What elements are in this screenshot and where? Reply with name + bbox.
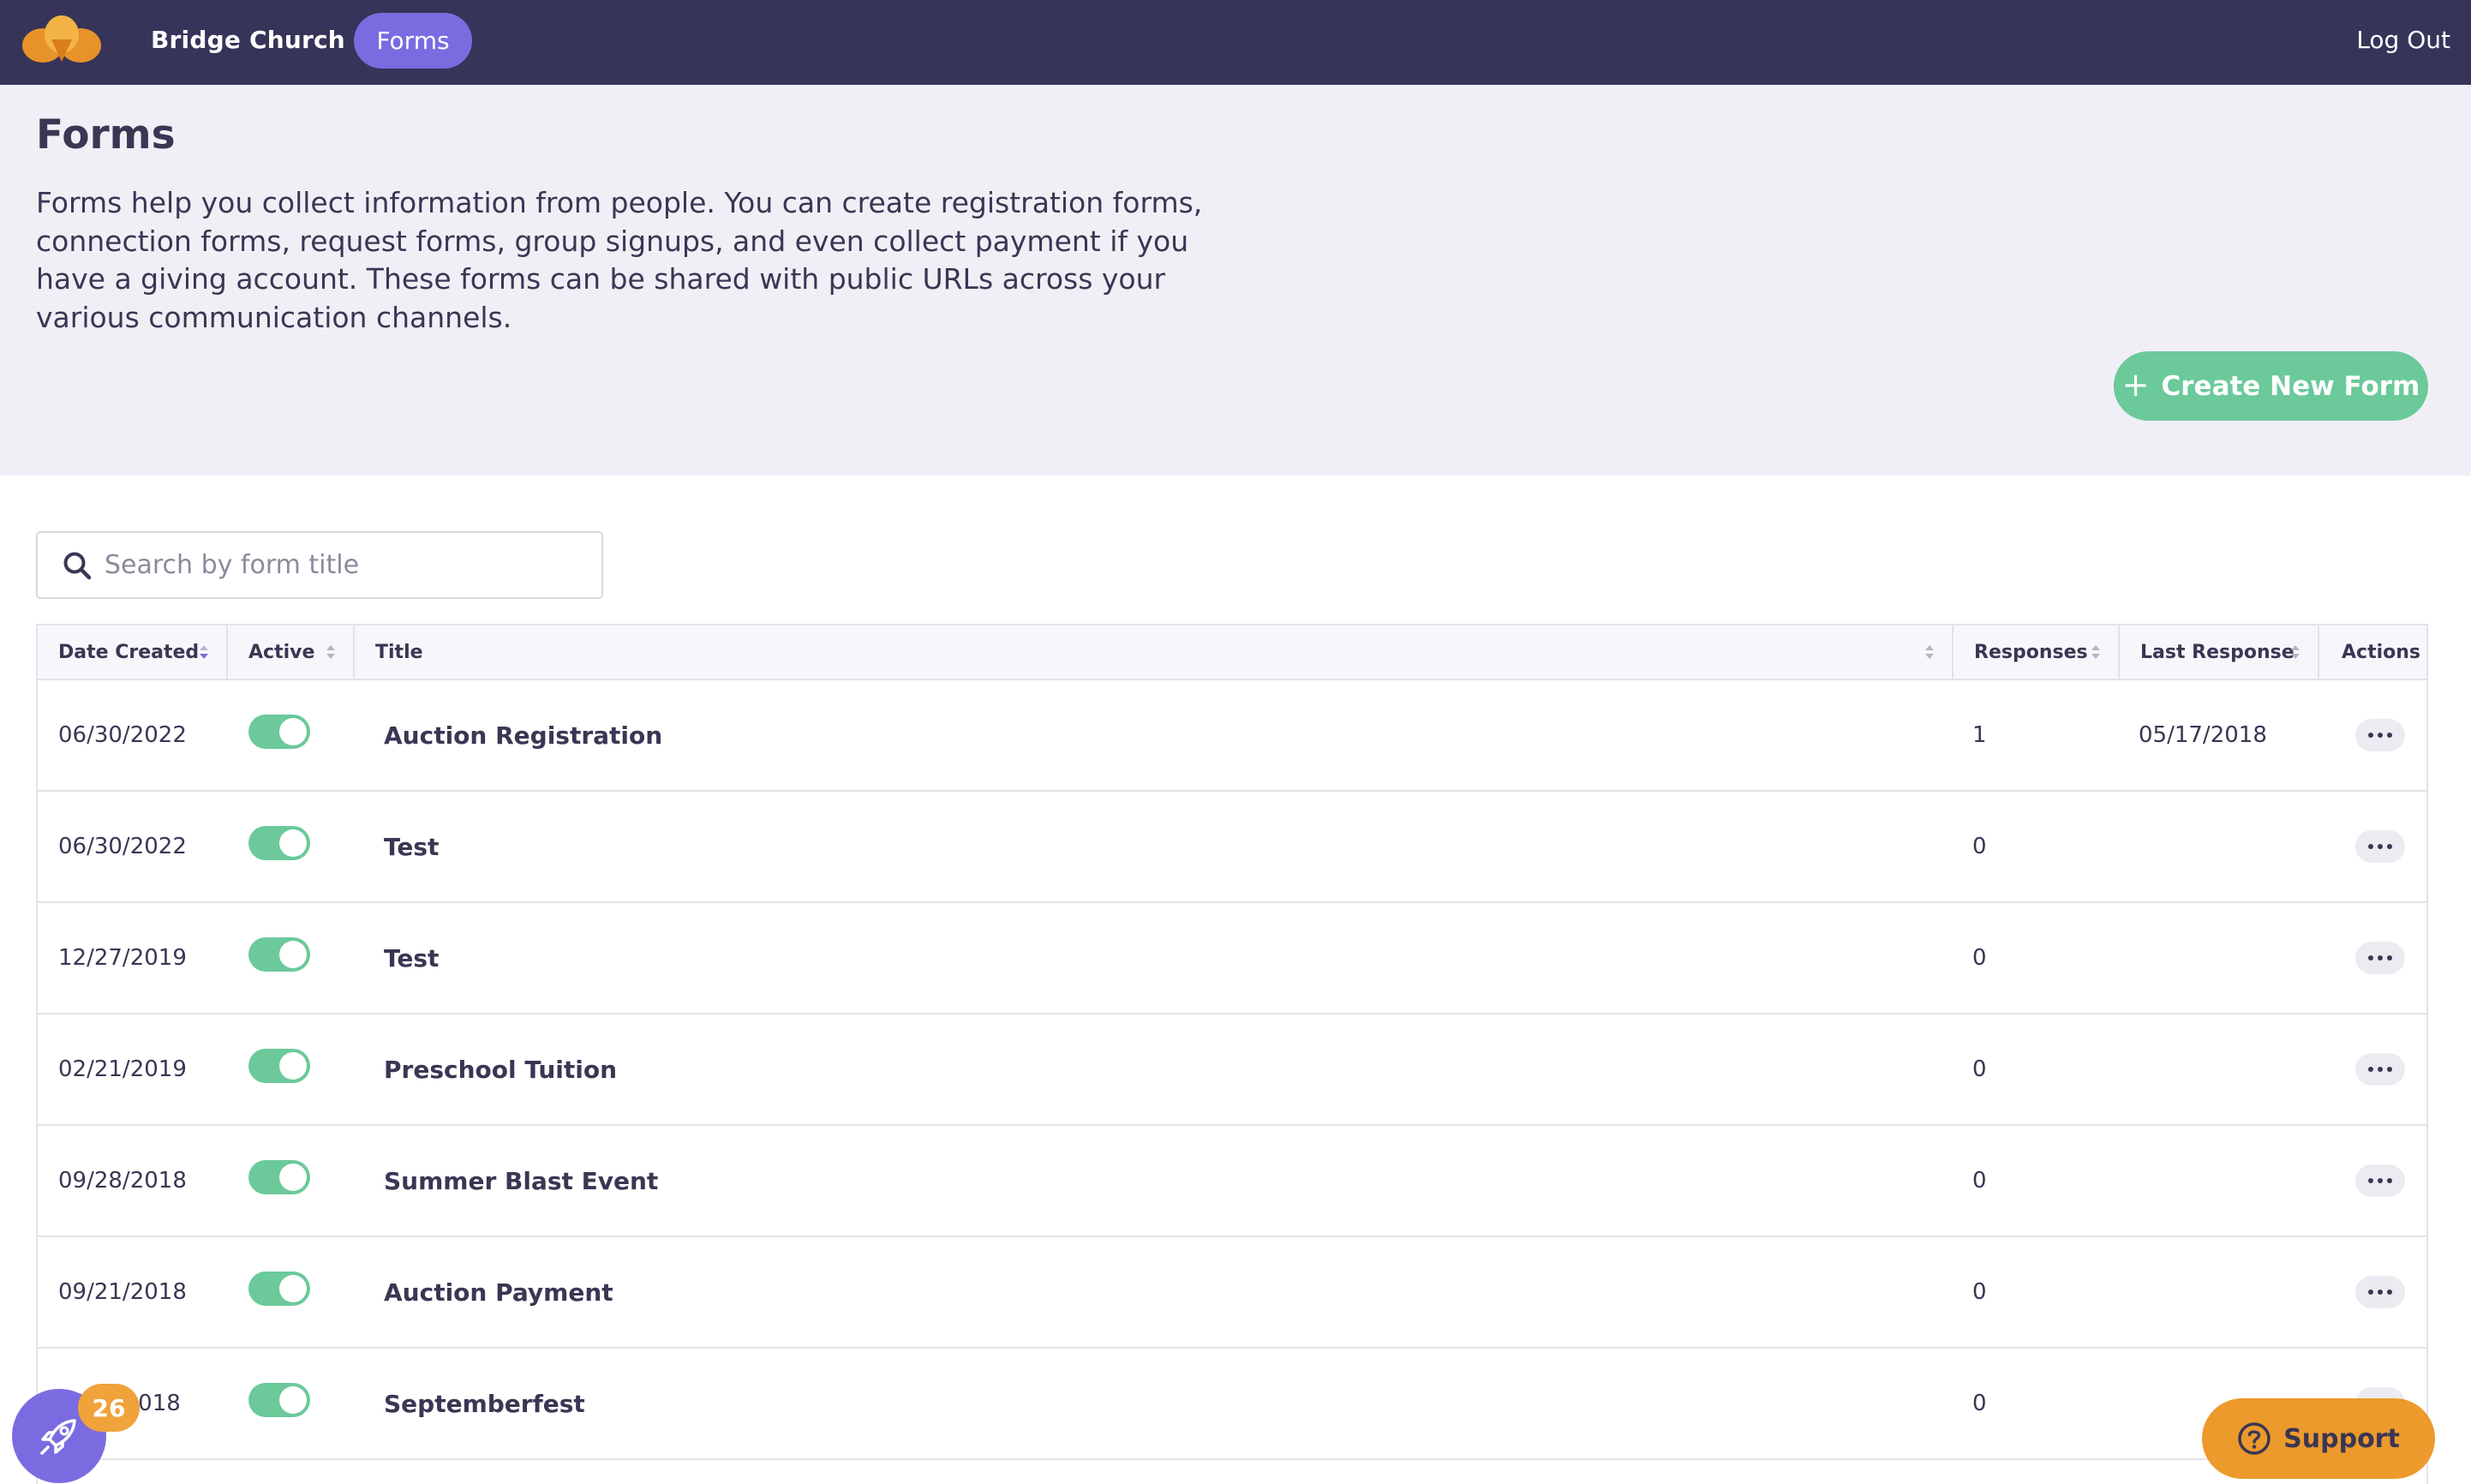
column-header-responses[interactable]: Responses: [1953, 625, 2120, 679]
more-actions-button[interactable]: [2355, 1164, 2405, 1197]
toggle-knob: [279, 1275, 307, 1302]
more-actions-button[interactable]: [2355, 1276, 2405, 1308]
responses-cell: 0: [1972, 1168, 1987, 1194]
sort-icon: [1925, 645, 1934, 659]
table-row[interactable]: 09/…/2018 Septemberfest 0: [38, 1349, 2426, 1460]
date-created-cell: 12/27/2019: [58, 945, 187, 971]
sort-icon: [2091, 645, 2100, 659]
last-response-cell: 05/17/2018: [2139, 722, 2267, 748]
church-logo-icon[interactable]: [22, 14, 101, 63]
column-label: Actions: [2342, 641, 2420, 663]
responses-cell: 0: [1972, 1056, 1987, 1082]
page-title: Forms: [36, 111, 176, 159]
table-row[interactable]: 06/30/2022 Auction Registration 1 05/17/…: [38, 680, 2426, 792]
active-toggle[interactable]: [248, 826, 310, 860]
form-title-link[interactable]: Auction Registration: [384, 680, 662, 790]
date-created-cell: 06/30/2022: [58, 722, 187, 748]
date-created-cell: 09/21/2018: [58, 1279, 187, 1305]
rocket-icon: [40, 1419, 76, 1455]
top-nav: Bridge Church Forms Log Out: [0, 0, 2471, 85]
active-toggle[interactable]: [248, 1272, 310, 1306]
responses-cell: 0: [1972, 1391, 1987, 1416]
help-icon: [2238, 1422, 2271, 1455]
form-title-link[interactable]: Test: [384, 792, 439, 901]
column-header-last-response[interactable]: Last Response: [2120, 625, 2319, 679]
more-actions-button[interactable]: [2355, 1053, 2405, 1086]
search-input[interactable]: [105, 550, 584, 580]
toggle-knob: [279, 1386, 307, 1414]
form-title-link[interactable]: Preschool Tuition: [384, 1014, 617, 1124]
sort-icon: [326, 645, 335, 659]
date-created-cell: 06/30/2022: [58, 834, 187, 859]
toggle-knob: [279, 1052, 307, 1080]
sort-active-icon: [200, 645, 208, 659]
forms-table: Date Created Active Title Responses Last…: [36, 624, 2428, 1484]
responses-cell: 0: [1972, 834, 1987, 859]
toggle-knob: [279, 829, 307, 857]
column-label: Date Created: [58, 641, 200, 663]
table-row[interactable]: 09/28/2018 Summer Blast Event 0: [38, 1126, 2426, 1237]
column-label: Title: [375, 641, 423, 663]
sort-icon: [2291, 645, 2300, 659]
toggle-knob: [279, 718, 307, 745]
plus-icon: +: [2121, 365, 2150, 404]
responses-cell: 0: [1972, 945, 1987, 971]
form-title-link[interactable]: Summer Blast Event: [384, 1126, 658, 1236]
active-toggle[interactable]: [248, 937, 310, 972]
form-title-link[interactable]: Test: [384, 903, 439, 1013]
date-created-cell: 09/28/2018: [58, 1168, 187, 1194]
support-button[interactable]: Support: [2202, 1398, 2435, 1479]
form-title-link[interactable]: Auction Payment: [384, 1237, 613, 1347]
page-description: Forms help you collect information from …: [36, 186, 1203, 334]
active-toggle[interactable]: [248, 1049, 310, 1083]
column-label: Active: [248, 641, 315, 663]
support-label: Support: [2283, 1423, 2400, 1454]
column-header-title[interactable]: Title: [355, 625, 1953, 679]
toggle-knob: [279, 941, 307, 968]
logout-link[interactable]: Log Out: [2356, 26, 2450, 54]
toggle-knob: [279, 1164, 307, 1191]
more-actions-button[interactable]: [2355, 719, 2405, 751]
active-toggle[interactable]: [248, 1160, 310, 1194]
search-box[interactable]: [36, 531, 603, 599]
search-icon: [63, 552, 92, 579]
table-row[interactable]: 09/21/2018 Auction Payment 0: [38, 1237, 2426, 1349]
table-row[interactable]: 12/27/2019 Test 0: [38, 903, 2426, 1014]
table-row[interactable]: 06/30/2022 Test 0: [38, 792, 2426, 903]
column-header-date-created[interactable]: Date Created: [38, 625, 228, 679]
table-header: Date Created Active Title Responses Last…: [38, 625, 2426, 680]
org-name[interactable]: Bridge Church: [151, 26, 345, 54]
column-label: Responses: [1974, 641, 2088, 663]
responses-cell: 0: [1972, 1279, 1987, 1305]
date-created-cell: 02/21/2019: [58, 1056, 187, 1082]
column-label: Last Response: [2140, 641, 2294, 663]
active-toggle[interactable]: [248, 715, 310, 749]
active-toggle[interactable]: [248, 1383, 310, 1417]
column-header-active[interactable]: Active: [228, 625, 355, 679]
more-actions-button[interactable]: [2355, 830, 2405, 863]
table-row[interactable]: 02/21/2019 Preschool Tuition 0: [38, 1014, 2426, 1126]
more-actions-button[interactable]: [2355, 942, 2405, 974]
notification-badge: 26: [78, 1384, 140, 1432]
create-new-form-button[interactable]: + Create New Form: [2114, 351, 2428, 421]
nav-tab-forms[interactable]: Forms: [354, 13, 472, 69]
form-title-link[interactable]: Septemberfest: [384, 1349, 585, 1458]
column-header-actions: Actions: [2319, 625, 2426, 679]
create-new-form-label: Create New Form: [2161, 370, 2420, 402]
responses-cell: 1: [1972, 722, 1987, 748]
